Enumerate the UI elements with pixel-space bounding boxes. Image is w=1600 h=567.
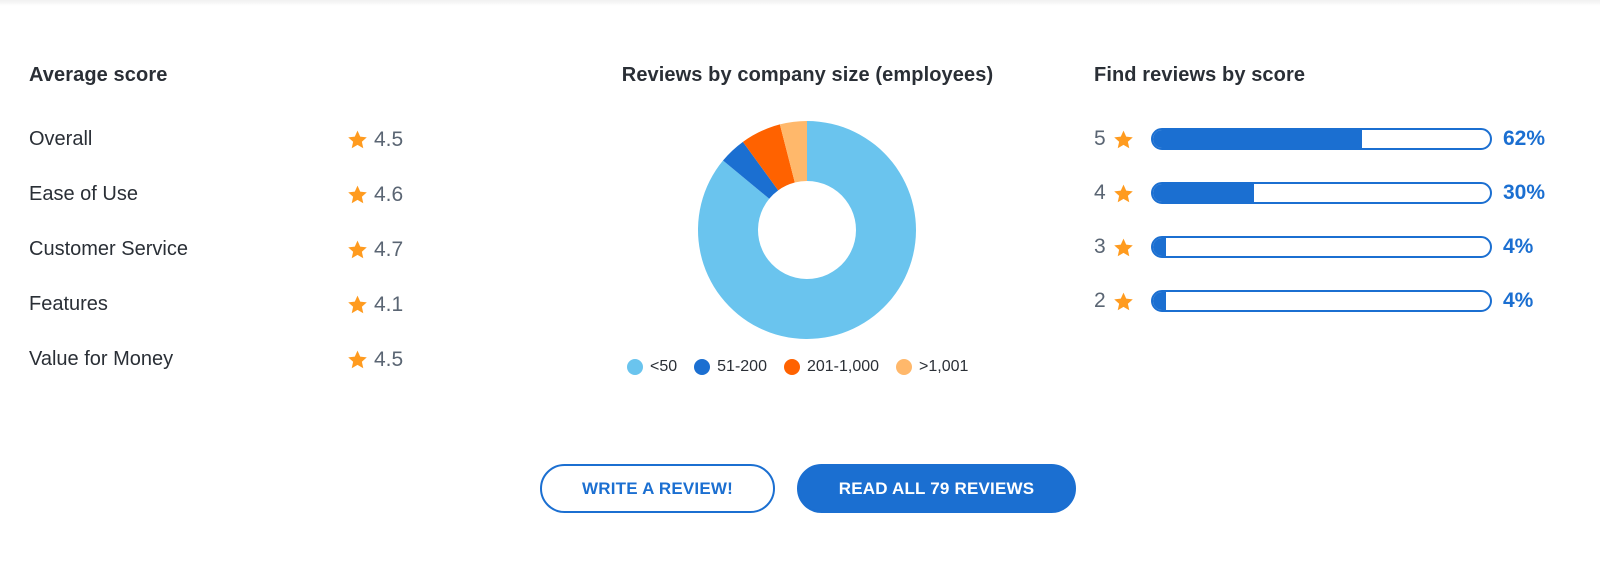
average-score-list: Overall 4.5 Ease of Use 4.6 Customer Ser…	[29, 112, 409, 387]
average-score-row: Features 4.1	[29, 277, 409, 332]
donut-chart	[697, 120, 917, 340]
legend-label: 201-1,000	[806, 358, 880, 375]
donut-svg	[698, 121, 916, 339]
star-count: 4	[1094, 181, 1106, 204]
score-percent[interactable]: 62%	[1503, 127, 1545, 151]
find-reviews-by-score-section: Find reviews by score 5 62% 4 30% 3 4% 2…	[1094, 62, 1574, 328]
score-value: 4.6	[347, 183, 403, 207]
score-category-label: Features	[29, 293, 108, 315]
score-category-label: Overall	[29, 128, 93, 150]
progress-fill	[1153, 130, 1362, 148]
score-category-label: Value for Money	[29, 348, 174, 370]
star-icon	[347, 349, 368, 370]
star-count: 2	[1094, 289, 1106, 312]
legend-item[interactable]: 51-200	[694, 358, 767, 376]
write-review-button[interactable]: WRITE A REVIEW!	[540, 464, 775, 513]
find-by-score-title: Find reviews by score	[1094, 64, 1306, 86]
score-percent[interactable]: 4%	[1503, 235, 1533, 259]
legend-item[interactable]: 201-1,000	[783, 358, 880, 376]
chart-legend: <50 51-200 201-1,000 >1,001	[627, 358, 1007, 376]
star-icon	[1113, 129, 1134, 150]
score-value: 4.5	[347, 348, 403, 372]
star-icon	[347, 129, 368, 150]
legend-dot-icon	[896, 359, 913, 375]
score-category-label: Customer Service	[29, 238, 188, 260]
score-number: 4.7	[374, 237, 404, 261]
action-buttons: WRITE A REVIEW! READ ALL 79 REVIEWS	[540, 464, 1076, 513]
legend-label: <50	[650, 358, 678, 375]
star-count: 3	[1094, 235, 1106, 258]
legend-item[interactable]: >1,001	[896, 358, 968, 376]
score-filter-3-stars[interactable]: 3 4%	[1094, 220, 1574, 274]
company-size-section: Reviews by company size (employees) <50 5…	[600, 62, 1015, 375]
legend-label: 51-200	[717, 358, 767, 375]
star-icon	[347, 239, 368, 260]
legend-dot-icon	[627, 359, 643, 375]
score-number: 4.1	[374, 292, 404, 316]
score-percent[interactable]: 4%	[1503, 289, 1533, 313]
legend-dot-icon	[694, 359, 711, 375]
score-filter-4-stars[interactable]: 4 30%	[1094, 166, 1574, 220]
score-category-label: Ease of Use	[29, 183, 138, 205]
top-shadow	[0, 0, 1600, 6]
score-filter-2-stars[interactable]: 2 4%	[1094, 274, 1574, 328]
progress-fill	[1153, 238, 1167, 256]
score-value: 4.5	[347, 128, 403, 152]
score-percent[interactable]: 30%	[1503, 181, 1545, 205]
score-filter-list: 5 62% 4 30% 3 4% 2 4%	[1094, 112, 1574, 328]
company-size-title: Reviews by company size (employees)	[621, 64, 994, 86]
star-icon	[347, 294, 368, 315]
average-score-row: Ease of Use 4.6	[29, 167, 409, 222]
score-number: 4.5	[374, 127, 404, 151]
star-icon	[347, 184, 368, 205]
score-progress-bar[interactable]	[1151, 182, 1492, 204]
average-score-row: Overall 4.5	[29, 112, 409, 167]
star-icon	[1113, 237, 1134, 258]
score-progress-bar[interactable]	[1151, 128, 1492, 150]
score-number: 4.5	[374, 347, 404, 371]
star-icon	[1113, 291, 1134, 312]
score-number: 4.6	[374, 182, 404, 206]
star-icon	[1113, 183, 1134, 204]
progress-fill	[1153, 184, 1255, 202]
legend-dot-icon	[783, 359, 800, 375]
average-score-title: Average score	[29, 64, 168, 86]
legend-item[interactable]: <50	[627, 358, 677, 376]
score-progress-bar[interactable]	[1151, 290, 1492, 312]
score-progress-bar[interactable]	[1151, 236, 1492, 258]
read-all-reviews-button[interactable]: READ ALL 79 REVIEWS	[797, 464, 1076, 513]
average-score-section: Average score Overall 4.5 Ease of Use 4.…	[29, 62, 409, 387]
progress-fill	[1153, 292, 1167, 310]
legend-label: >1,001	[919, 358, 969, 375]
star-count: 5	[1094, 127, 1106, 150]
average-score-row: Value for Money 4.5	[29, 332, 409, 387]
score-value: 4.1	[347, 293, 403, 317]
average-score-row: Customer Service 4.7	[29, 222, 409, 277]
score-filter-5-stars[interactable]: 5 62%	[1094, 112, 1574, 166]
score-value: 4.7	[347, 238, 403, 262]
